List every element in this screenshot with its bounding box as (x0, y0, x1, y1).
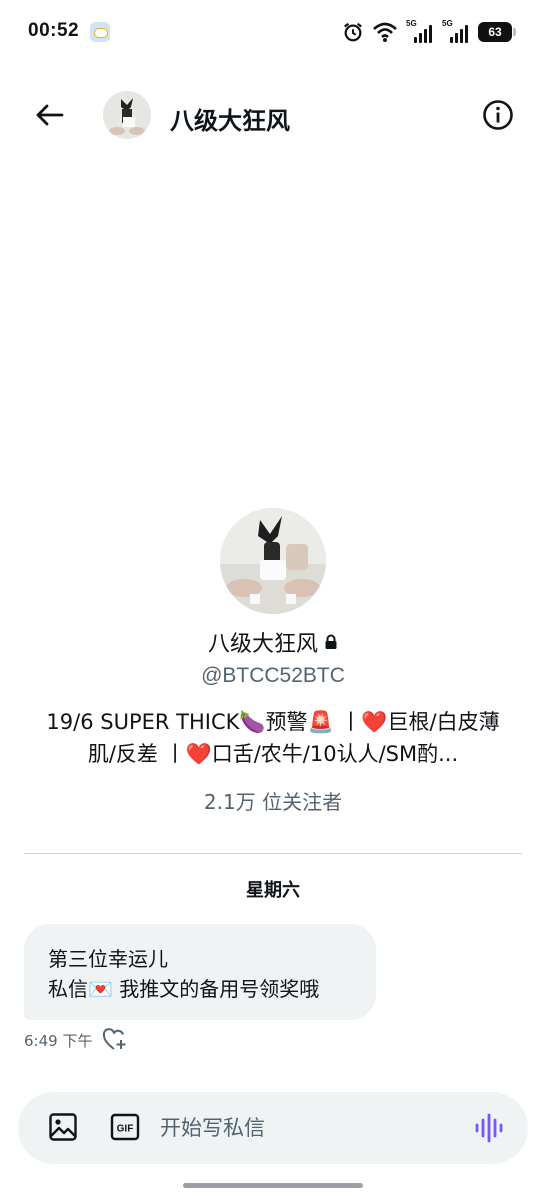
info-button[interactable] (480, 97, 516, 133)
network-label: 5G (406, 19, 417, 28)
message-meta: 6:49 下午 (24, 1028, 128, 1052)
message-composer: GIF (18, 1092, 528, 1164)
follower-count[interactable]: 2.1万 位关注者 (0, 786, 546, 815)
message-timestamp: 6:49 下午 (24, 1031, 93, 1050)
home-indicator[interactable] (183, 1183, 363, 1188)
cell-signal-icon: 5G (406, 19, 434, 43)
header-title[interactable]: 八级大狂风 (170, 101, 290, 136)
voice-waveform-icon (475, 1113, 503, 1143)
profile-handle: @BTCC52BTC (201, 664, 345, 687)
message-text-line: 私信💌 我推文的备用号领奖哦 (48, 977, 320, 1001)
alarm-icon (344, 22, 362, 42)
gif-label: GIF (117, 1124, 134, 1135)
battery-icon: 63 (478, 22, 516, 42)
profile-bio: 19/6 SUPER THICK🍆预警🚨 丨❤️巨根/白皮薄肌/反差 丨❤️口舌… (46, 710, 500, 766)
info-circle-icon (483, 100, 513, 130)
image-button[interactable] (48, 1112, 78, 1142)
divider (24, 853, 522, 854)
status-bar: 00:52 5G 5G 63 (0, 0, 546, 64)
day-separator: 星期六 (246, 880, 300, 901)
lock-icon (325, 634, 337, 649)
profile-avatar[interactable] (220, 508, 326, 614)
gif-icon: GIF (110, 1113, 140, 1141)
avatar-image (220, 508, 326, 614)
network-label: 5G (442, 19, 453, 28)
cell-signal-icon: 5G (442, 19, 470, 43)
weather-icon (90, 22, 110, 42)
conversation-header: 八级大狂风 (0, 80, 546, 150)
header-avatar[interactable] (103, 91, 151, 139)
voice-message-button[interactable] (474, 1112, 504, 1144)
profile-summary: 八级大狂风 @BTCC52BTC 19/6 SUPER THICK🍆预警🚨 丨❤… (0, 508, 546, 815)
message-text-line: 第三位幸运儿 (48, 947, 168, 971)
back-button[interactable] (30, 96, 68, 134)
profile-name-row: 八级大狂风 (0, 626, 546, 658)
add-reaction-icon[interactable] (102, 1028, 128, 1052)
message-input[interactable] (160, 1109, 460, 1147)
arrow-left-icon (36, 104, 64, 126)
message-bubble[interactable]: 第三位幸运儿 私信💌 我推文的备用号领奖哦 (24, 924, 376, 1020)
status-time: 00:52 (28, 20, 80, 41)
profile-name: 八级大狂风 (207, 632, 318, 657)
avatar-image (103, 91, 151, 139)
gif-button[interactable]: GIF (110, 1113, 140, 1141)
status-icons: 5G 5G 63 (342, 18, 516, 46)
wifi-icon (373, 22, 397, 42)
image-icon (49, 1113, 77, 1141)
